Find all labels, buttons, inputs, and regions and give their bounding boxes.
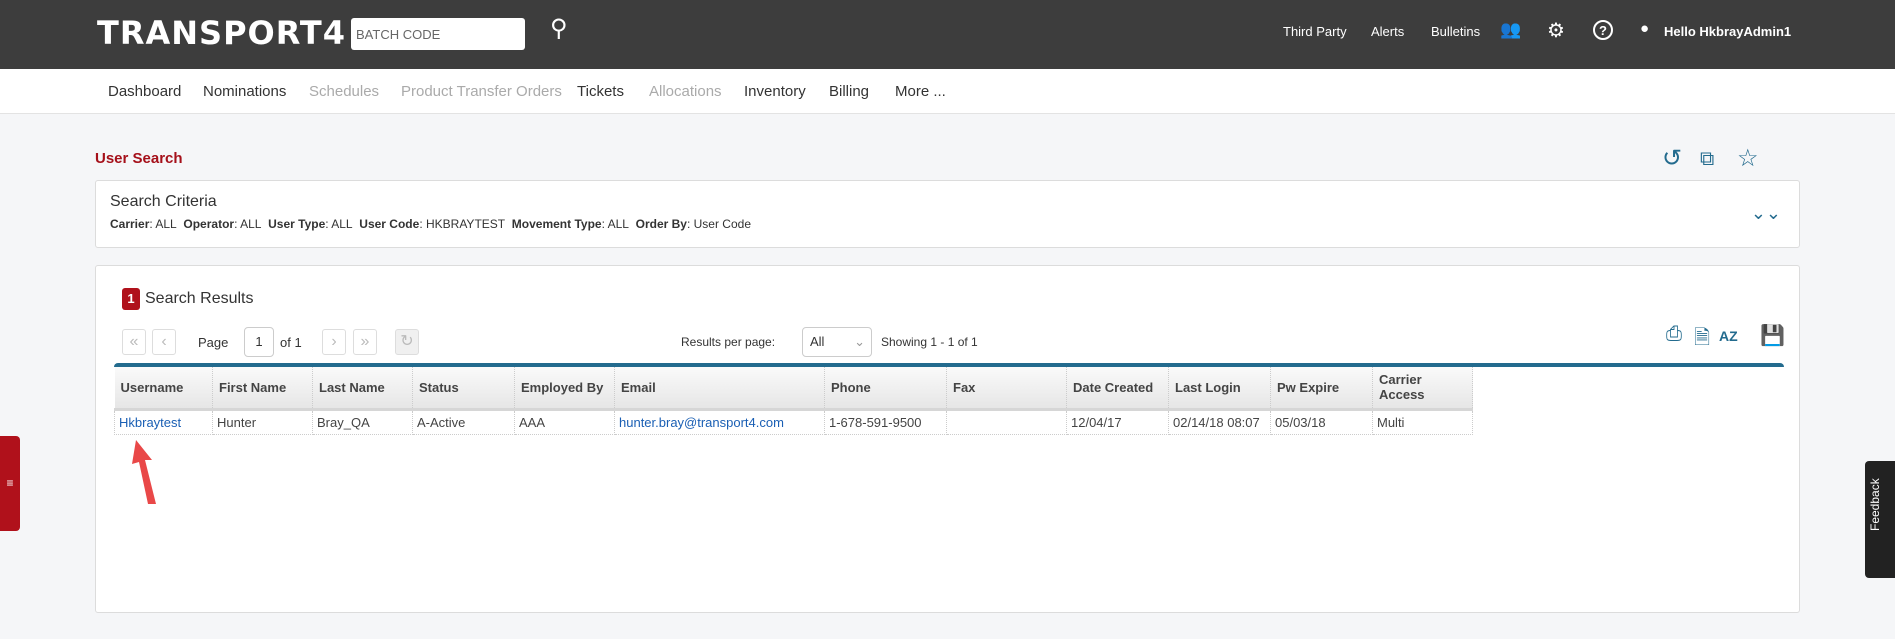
result-count-badge: 1 — [122, 288, 140, 310]
search-results-panel: 1 Search Results « ‹ Page 1 of 1 › » ↻ R… — [95, 265, 1800, 613]
page-title: User Search — [95, 150, 183, 167]
last-page-button[interactable]: » — [353, 329, 377, 355]
red-arrow-annotation — [132, 440, 156, 504]
column-header[interactable]: Date Created — [1066, 367, 1169, 411]
help-icon[interactable]: ? — [1593, 20, 1613, 40]
side-menu-toggle[interactable]: ≡ — [0, 436, 20, 531]
nav-product-transfer-orders[interactable]: Product Transfer Orders — [401, 83, 562, 100]
criteria-key: User Type — [268, 217, 326, 231]
criteria-heading: Search Criteria — [110, 193, 217, 210]
table-cell: 12/04/17 — [1066, 408, 1169, 435]
criteria-value: : ALL — [325, 217, 353, 231]
export-icon[interactable]: 🗎 — [1694, 323, 1710, 357]
refresh-icon[interactable]: ↻ — [395, 329, 419, 355]
nav-more[interactable]: More ... — [895, 83, 946, 100]
nav-tickets[interactable]: Tickets — [577, 83, 624, 100]
criteria-value: : User Code — [686, 217, 751, 231]
gear-icon[interactable]: ⚙ — [1547, 18, 1565, 43]
table-cell: 05/03/18 — [1270, 408, 1373, 435]
nav-dashboard[interactable]: Dashboard — [108, 83, 181, 100]
star-icon[interactable]: ☆ — [1737, 144, 1759, 173]
column-header[interactable]: Carrier Access — [1372, 367, 1473, 411]
results-per-page-select[interactable]: All ⌄ — [802, 327, 872, 357]
table-cell: Hkbraytest — [114, 408, 213, 435]
criteria-value: : ALL — [601, 217, 629, 231]
results-table: Username First Name Last Name Status Employe… — [114, 367, 1473, 435]
main-nav: Dashboard Nominations Schedules Product … — [0, 69, 1895, 114]
column-header[interactable]: Employed By — [514, 367, 615, 411]
criteria-value: : ALL — [149, 217, 177, 231]
column-header[interactable]: Fax — [946, 367, 1067, 411]
sort-az-icon[interactable]: AZ — [1719, 328, 1738, 344]
table-cell: Hunter — [212, 408, 313, 435]
save-icon[interactable]: 💾 — [1760, 323, 1785, 348]
user-greeting[interactable]: Hello HkbrayAdmin1 — [1664, 24, 1791, 39]
nav-allocations[interactable]: Allocations — [649, 83, 722, 100]
print-icon[interactable]: ⎙ — [1666, 323, 1682, 346]
logo[interactable]: TRANSPORT4 — [97, 14, 346, 52]
search-icon[interactable]: ⚲ — [550, 14, 568, 43]
feedback-tab[interactable]: Feedback — [1865, 461, 1895, 578]
column-header[interactable]: Email — [614, 367, 825, 411]
bulletins-link[interactable]: Bulletins — [1431, 24, 1480, 39]
page-label: Page — [198, 335, 229, 350]
feedback-label: Feedback — [1868, 478, 1882, 531]
search-criteria-panel: Search Criteria Carrier: ALL Operator: A… — [95, 180, 1800, 248]
rpp-label: Results per page: — [681, 335, 776, 349]
criteria-key: Order By — [635, 217, 687, 231]
username-link[interactable]: Hkbraytest — [119, 415, 181, 430]
batch-code-input[interactable] — [351, 18, 525, 50]
nav-billing[interactable]: Billing — [829, 83, 869, 100]
chevron-down-icon: ⌄ — [854, 334, 865, 349]
page-input[interactable]: 1 — [244, 327, 274, 357]
showing-text: Showing 1 - 1 of 1 — [881, 335, 978, 349]
history-icon[interactable]: ↺ — [1662, 144, 1682, 173]
nav-nominations[interactable]: Nominations — [203, 83, 286, 100]
table-cell: A-Active — [412, 408, 515, 435]
table-cell: Multi — [1372, 408, 1473, 435]
third-party-link[interactable]: Third Party — [1283, 24, 1347, 39]
table-cell: 1-678-591-9500 — [824, 408, 947, 435]
criteria-key: Carrier — [110, 217, 150, 231]
table-cell: AAA — [514, 408, 615, 435]
first-page-button[interactable]: « — [122, 329, 146, 355]
table-cell: Bray_QA — [312, 408, 413, 435]
column-header[interactable]: Pw Expire — [1270, 367, 1373, 411]
email-link[interactable]: hunter.bray@transport4.com — [619, 415, 784, 430]
column-header[interactable]: First Name — [212, 367, 313, 411]
criteria-value: : HKBRAYTEST — [419, 217, 506, 231]
prev-page-button[interactable]: ‹ — [152, 329, 176, 355]
alerts-link[interactable]: Alerts — [1371, 24, 1404, 39]
column-header[interactable]: Last Name — [312, 367, 413, 411]
rpp-value: All — [810, 334, 825, 349]
nav-schedules[interactable]: Schedules — [309, 83, 379, 100]
column-header[interactable]: Username — [114, 367, 213, 411]
restore-window-icon[interactable]: ⧉ — [1700, 148, 1714, 171]
criteria-key: Operator — [183, 217, 235, 231]
criteria-value: : ALL — [234, 217, 262, 231]
results-heading: Search Results — [145, 290, 254, 307]
column-header[interactable]: Status — [412, 367, 515, 411]
table-row: Hkbraytest Hunter Bray_QA A-Active AAA hunter… — [114, 408, 1473, 435]
table-cell: 02/14/18 08:07 — [1168, 408, 1271, 435]
criteria-key: User Code — [359, 217, 420, 231]
criteria-summary: Carrier: ALL Operator: ALL User Type: AL… — [110, 217, 751, 231]
table-cell: hunter.bray@transport4.com — [614, 408, 825, 435]
user-icon: ● — [1640, 20, 1650, 37]
top-bar: TRANSPORT4 ⚲ Third Party Alerts Bulletin… — [0, 0, 1895, 69]
table-cell — [946, 408, 1067, 435]
column-header[interactable]: Last Login — [1168, 367, 1271, 411]
column-header[interactable]: Phone — [824, 367, 947, 411]
next-page-button[interactable]: › — [322, 329, 346, 355]
page-of: of 1 — [280, 335, 302, 350]
nav-inventory[interactable]: Inventory — [744, 83, 806, 100]
criteria-key: Movement Type — [511, 217, 602, 231]
expand-chevron-icon[interactable]: ⌄⌄ — [1751, 203, 1781, 224]
users-icon[interactable]: 👥 — [1500, 20, 1521, 40]
